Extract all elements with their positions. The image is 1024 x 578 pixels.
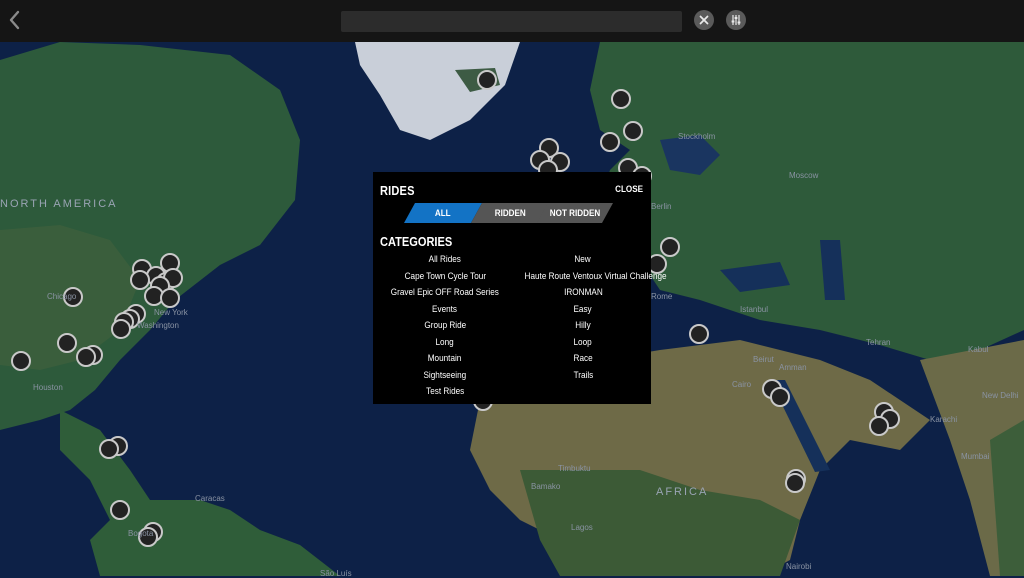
map-label-beirut: Beirut <box>753 355 774 364</box>
sliders-icon <box>731 15 741 25</box>
filter-not-ridden-tab[interactable]: NOT RIDDEN <box>537 203 613 223</box>
map-label-karachi: Karachi <box>930 415 958 424</box>
map-label-berlin: Berlin <box>651 202 672 211</box>
map-label-lagos: Lagos <box>571 523 593 532</box>
filter-not-ridden-label: NOT RIDDEN <box>549 208 601 218</box>
category-item[interactable]: Group Ride <box>373 318 517 335</box>
ride-marker[interactable] <box>600 132 620 152</box>
map-label-mumbai: Mumbai <box>961 452 990 461</box>
map-label-stockholm: Stockholm <box>678 132 716 141</box>
ride-marker[interactable] <box>785 473 805 493</box>
map-label-washington: Washington <box>137 321 179 330</box>
category-item[interactable]: All Rides <box>373 252 517 269</box>
ride-marker[interactable] <box>57 333 77 353</box>
categories-title: CATEGORIES <box>380 234 453 249</box>
category-item[interactable]: Test Rides <box>373 384 517 401</box>
map-label-bamako: Bamako <box>531 482 561 491</box>
map-label-moscow: Moscow <box>789 171 819 180</box>
categories-right-column: New Haute Route Ventoux Virtual Challeng… <box>513 252 667 385</box>
category-item[interactable]: Cape Town Cycle Tour <box>373 269 517 286</box>
filter-all-tab[interactable]: ALL <box>404 203 482 223</box>
ride-marker[interactable] <box>130 270 150 290</box>
category-item[interactable]: Sightseeing <box>373 368 517 385</box>
ride-marker[interactable] <box>160 288 180 308</box>
ride-marker[interactable] <box>99 439 119 459</box>
map-label-bogota: Bogota <box>128 529 154 538</box>
category-item[interactable]: Mountain <box>373 351 517 368</box>
category-item[interactable]: Trails <box>513 368 653 385</box>
category-item[interactable]: IRONMAN <box>513 285 653 302</box>
panel-title: RIDES <box>380 183 415 198</box>
category-item[interactable]: Haute Route Ventoux Virtual Challenge <box>513 269 667 286</box>
category-item[interactable]: Hilly <box>513 318 653 335</box>
map-label-sao-luis: São Luís <box>320 569 352 578</box>
map-label-rome: Rome <box>651 292 673 301</box>
map-label-kabul: Kabul <box>968 345 989 354</box>
ride-marker[interactable] <box>110 500 130 520</box>
category-item[interactable]: Loop <box>513 335 653 352</box>
map-label-chicago: Chicago <box>47 292 77 301</box>
map-label-istanbul: Istanbul <box>740 305 769 314</box>
search-input[interactable] <box>341 11 682 32</box>
ride-marker[interactable] <box>611 89 631 109</box>
categories-left-column: All Rides Cape Town Cycle Tour Gravel Ep… <box>373 252 517 401</box>
filter-all-label: ALL <box>435 208 451 218</box>
filter-ridden-label: RIDDEN <box>494 208 527 218</box>
close-button[interactable]: CLOSE <box>615 184 643 194</box>
ride-marker[interactable] <box>76 347 96 367</box>
ride-marker[interactable] <box>689 324 709 344</box>
ride-marker[interactable] <box>869 416 889 436</box>
top-bar <box>0 0 1024 42</box>
map-label-africa: AFRICA <box>656 486 709 498</box>
map-label-caracas: Caracas <box>195 494 225 503</box>
map-label-houston: Houston <box>33 383 63 392</box>
chevron-left-icon[interactable] <box>6 9 24 31</box>
ride-marker[interactable] <box>623 121 643 141</box>
category-item[interactable]: Gravel Epic OFF Road Series <box>373 285 517 302</box>
ride-marker[interactable] <box>11 351 31 371</box>
clear-search-button[interactable] <box>694 10 714 30</box>
map-label-new-delhi: New Delhi <box>982 391 1019 400</box>
map-label-cairo: Cairo <box>732 380 752 389</box>
ride-marker[interactable] <box>477 70 497 90</box>
ride-marker[interactable] <box>660 237 680 257</box>
category-item[interactable]: Race <box>513 351 653 368</box>
map-label-new-york: New York <box>154 308 188 317</box>
map-label-amman: Amman <box>779 363 807 372</box>
category-item[interactable]: New <box>513 252 653 269</box>
category-item[interactable]: Events <box>373 302 517 319</box>
map-label-timbuktu: Timbuktu <box>558 464 591 473</box>
filter-ridden-tab[interactable]: RIDDEN <box>471 203 550 223</box>
rides-panel: RIDES CLOSE ALL RIDDEN NOT RIDDEN CATEGO… <box>373 172 667 404</box>
map-label-nairobi: Nairobi <box>786 562 812 571</box>
map-label-tehran: Tehran <box>866 338 891 347</box>
close-icon <box>699 15 709 25</box>
category-item[interactable]: Long <box>373 335 517 352</box>
ride-marker[interactable] <box>111 319 131 339</box>
ride-marker[interactable] <box>770 387 790 407</box>
filter-button[interactable] <box>726 10 746 30</box>
map-label-north-america: NORTH AMERICA <box>0 198 118 210</box>
category-item[interactable]: Easy <box>513 302 653 319</box>
